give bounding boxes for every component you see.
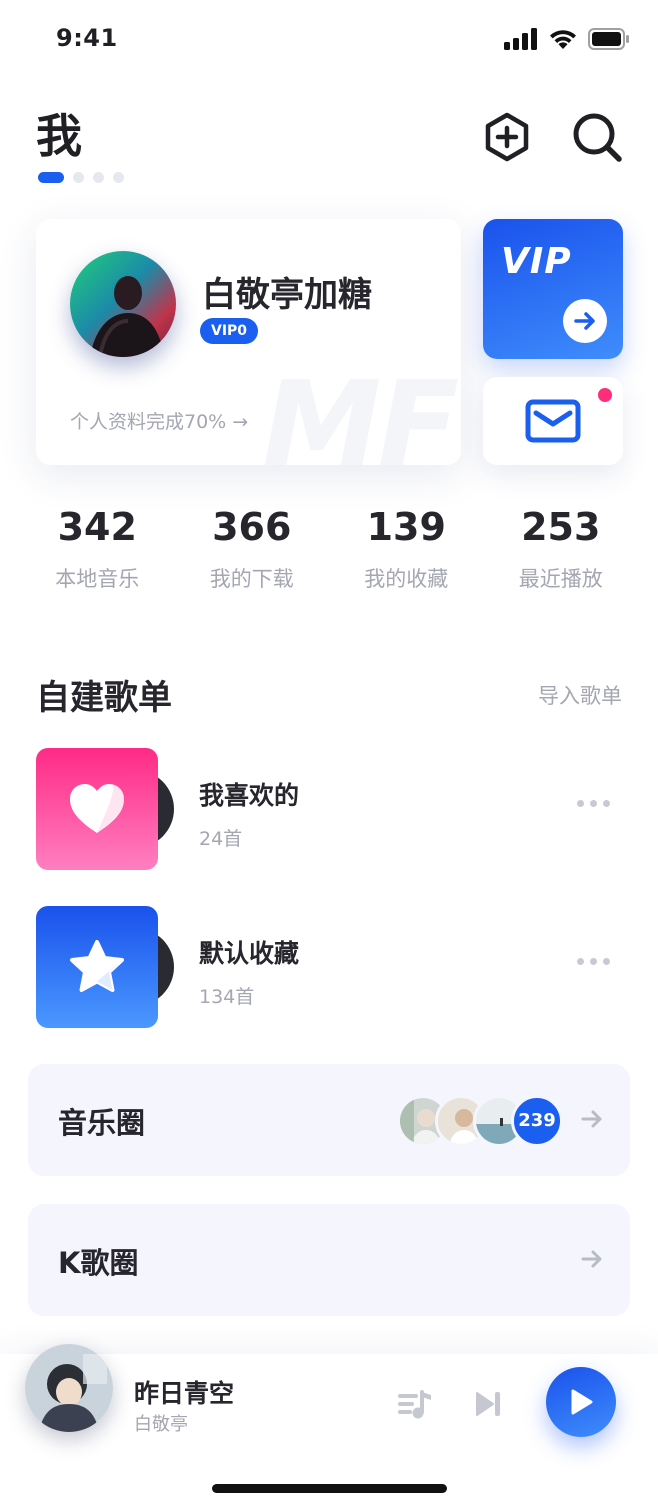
- now-playing-title: 昨日青空: [134, 1379, 235, 1408]
- stat-downloads[interactable]: 366 我的下载: [175, 505, 330, 593]
- home-indicator: [212, 1484, 447, 1493]
- stat-value: 366: [212, 505, 292, 549]
- page-dot: [113, 172, 124, 183]
- k-song-circle-row[interactable]: K歌圈: [28, 1204, 630, 1316]
- status-time: 9:41: [56, 24, 118, 52]
- messages-card[interactable]: [483, 377, 623, 465]
- stat-favorites[interactable]: 139 我的收藏: [329, 505, 484, 593]
- search-button[interactable]: [568, 108, 626, 166]
- unread-dot: [598, 388, 612, 402]
- stat-label: 本地音乐: [55, 567, 140, 591]
- stats-row: 342 本地音乐 366 我的下载 139 我的收藏 253 最近播放: [20, 505, 638, 593]
- battery-icon: [588, 28, 629, 50]
- page-dot-active: [38, 172, 64, 183]
- now-playing-artist: 白敬亭: [134, 1414, 188, 1435]
- username: 白敬亭加糖: [202, 275, 372, 315]
- profile-completion-link[interactable]: 个人资料完成70% →: [70, 407, 248, 434]
- stat-local-music[interactable]: 342 本地音乐: [20, 505, 175, 593]
- circle-label: 音乐圈: [58, 1106, 146, 1140]
- skip-next-icon: [476, 1392, 500, 1416]
- import-playlist-link[interactable]: 导入歌单: [538, 680, 622, 710]
- play-icon: [571, 1389, 593, 1415]
- playlist-item[interactable]: 我喜欢的 24首: [36, 748, 622, 872]
- arrow-right-icon: [574, 312, 595, 330]
- status-bar: 9:41: [0, 0, 658, 80]
- page-dot: [93, 172, 104, 183]
- playlist-cover: [36, 748, 158, 870]
- search-icon: [573, 113, 622, 162]
- playlist-count: 24首: [199, 828, 243, 850]
- music-circle-row[interactable]: 音乐圈 239: [28, 1064, 630, 1176]
- vip-level-badge: VIP0: [200, 318, 259, 344]
- vip-arrow-button[interactable]: [563, 299, 607, 343]
- stat-label: 我的收藏: [364, 567, 449, 591]
- vip-title: VIP: [501, 241, 572, 282]
- chevron-right-icon: [581, 1250, 602, 1268]
- playlist-name: 我喜欢的: [199, 781, 300, 810]
- stat-value: 253: [521, 505, 601, 549]
- avatar[interactable]: [70, 251, 176, 357]
- now-playing-cover[interactable]: [25, 1344, 113, 1432]
- stat-recent[interactable]: 253 最近播放: [484, 505, 639, 593]
- avatar-image: [70, 251, 176, 357]
- wifi-icon: [550, 30, 576, 49]
- profile-card[interactable]: MF 白敬亭加糖 VIP0 个人资料完成70% →: [36, 219, 461, 465]
- stat-value: 139: [366, 505, 446, 549]
- album-art: [25, 1344, 113, 1432]
- star-icon: [70, 940, 124, 992]
- playlist-item[interactable]: 默认收藏 134首: [36, 906, 622, 1030]
- member-count-badge: 239: [511, 1095, 563, 1147]
- cellular-signal-icon: [504, 28, 537, 50]
- mail-icon: [525, 399, 581, 443]
- vip-card[interactable]: VIP: [483, 219, 623, 359]
- stat-label: 我的下载: [209, 567, 294, 591]
- chevron-right-icon: [581, 1110, 602, 1128]
- stat-value: 342: [57, 505, 137, 549]
- play-button[interactable]: [546, 1367, 616, 1437]
- stat-label: 最近播放: [518, 567, 603, 591]
- add-button[interactable]: [478, 108, 536, 166]
- page-indicator: [38, 172, 124, 183]
- more-options-icon[interactable]: [577, 800, 610, 807]
- playlist-button[interactable]: [396, 1384, 436, 1424]
- hexagon-plus-icon: [485, 112, 529, 162]
- more-options-icon[interactable]: [577, 958, 610, 965]
- page-title: 我: [36, 109, 82, 163]
- heart-icon: [70, 784, 124, 833]
- next-track-button[interactable]: [468, 1384, 508, 1424]
- page-dot: [73, 172, 84, 183]
- playlists-section-title: 自建歌单: [36, 678, 172, 718]
- circle-label: K歌圈: [58, 1246, 139, 1280]
- member-avatars: 239: [397, 1095, 567, 1147]
- card-watermark: MF: [262, 357, 459, 465]
- playlist-icon: [398, 1390, 431, 1419]
- status-icons: [504, 28, 630, 50]
- playlist-name: 默认收藏: [199, 939, 300, 968]
- playlist-cover: [36, 906, 158, 1028]
- playlist-count: 134首: [199, 986, 255, 1008]
